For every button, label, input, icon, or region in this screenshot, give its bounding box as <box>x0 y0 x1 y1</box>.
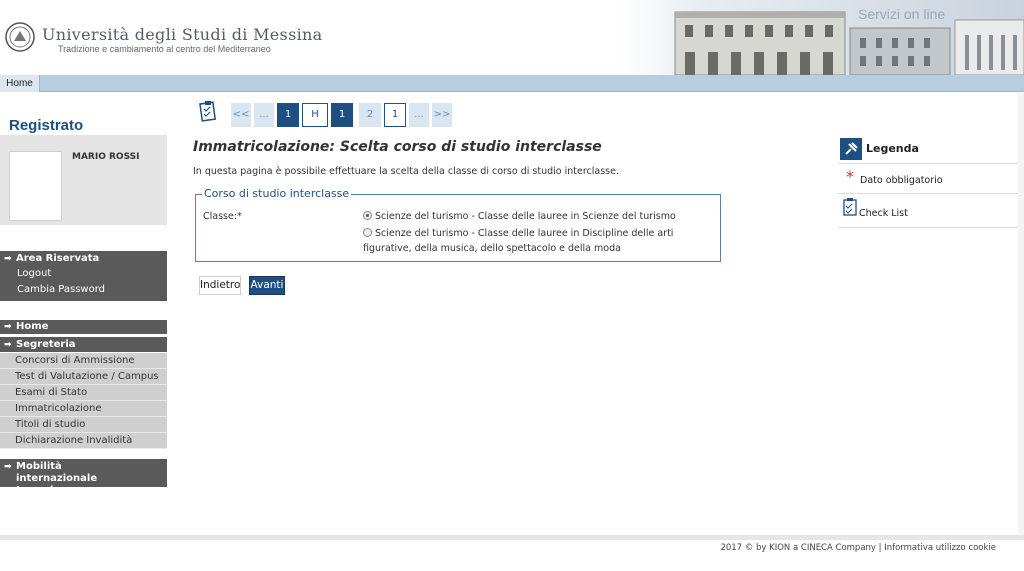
pager-step[interactable]: 1 <box>277 103 299 127</box>
checklist-label[interactable]: Check List <box>859 208 908 219</box>
sidebar-item-segreteria[interactable]: ➡ Segreteria <box>0 337 167 352</box>
divider <box>838 193 1018 194</box>
area-riservata-block: ➡ Area Riservata Logout Cambia Password <box>0 251 167 301</box>
arrow-right-icon: ➡ <box>4 254 12 264</box>
pager-last[interactable]: >> <box>432 103 452 127</box>
sidebar-item-titoli-di-studio[interactable]: Titoli di studio <box>0 417 167 433</box>
avatar <box>9 151 62 221</box>
building-photo <box>620 0 1024 75</box>
top-menu-bar: Home <box>0 75 1024 92</box>
sidebar-item-logout[interactable]: Logout <box>0 266 167 282</box>
scrollbar[interactable] <box>1018 93 1024 535</box>
header: Università degli Studi di Messina Tradiz… <box>0 0 1024 75</box>
divider <box>838 227 1018 228</box>
page-intro: In questa pagina è possibile effettuare … <box>193 166 619 177</box>
university-name: Università degli Studi di Messina <box>42 25 323 44</box>
sidebar-item-cambia-password[interactable]: Cambia Password <box>0 282 167 298</box>
sidebar: Registrato MARIO ROSSI ➡ Area Riservata L… <box>0 93 168 533</box>
radio-button-selected[interactable] <box>363 211 372 220</box>
user-name: MARIO ROSSI <box>72 152 140 162</box>
mobilita-block: ➡ Mobilità internazionale Incoming <box>0 459 167 496</box>
pager-step[interactable]: 1 <box>384 103 406 127</box>
arrow-right-icon: ➡ <box>4 322 12 332</box>
arrow-right-icon: ➡ <box>4 462 12 472</box>
menu-home-link[interactable]: Home <box>0 75 40 92</box>
sidebar-item-home[interactable]: ➡ Home <box>0 320 167 334</box>
corso-studio-fieldset: Corso di studio interclasse Classe:* Sci… <box>195 187 721 262</box>
sidebar-item-dichiarazione-invalidita[interactable]: Dichiarazione Invalidità <box>0 433 167 449</box>
next-button[interactable]: Avanti <box>249 276 285 295</box>
legend-panel: Legenda * Dato obbligatorio Check List <box>838 135 1018 230</box>
user-box: MARIO ROSSI <box>0 135 167 225</box>
university-tagline: Tradizione e cambiamento al centro del M… <box>58 44 271 54</box>
services-online-label: Servizi on line <box>858 6 946 22</box>
sidebar-item-immatricolazione[interactable]: Immatricolazione <box>0 401 167 417</box>
university-seal-icon <box>5 22 35 52</box>
segreteria-block: ➡ Segreteria <box>0 337 167 352</box>
fieldset-legend: Corso di studio interclasse <box>202 187 352 200</box>
footer-divider <box>0 535 1024 540</box>
pager-step-current[interactable]: H <box>302 103 328 127</box>
pager-ellipsis: ... <box>254 103 274 127</box>
required-star: * <box>846 167 854 186</box>
pager-step[interactable]: 1 <box>331 103 353 127</box>
pager-first[interactable]: << <box>231 103 251 127</box>
checklist-icon[interactable] <box>199 100 217 122</box>
segreteria-submenu: Concorsi di Ammissione Test di Valutazio… <box>0 353 167 449</box>
classe-option-2[interactable]: Scienze del turismo - Classe delle laure… <box>363 226 693 256</box>
back-button[interactable]: Indietro <box>199 276 241 295</box>
classe-label: Classe:* <box>203 211 242 222</box>
legend-title: Legenda <box>866 142 919 155</box>
pin-icon <box>840 138 862 160</box>
radio-button[interactable] <box>363 228 372 237</box>
page-title: Immatricolazione: Scelta corso di studio… <box>193 139 602 155</box>
sidebar-home-block: ➡ Home <box>0 320 167 334</box>
divider <box>838 163 1018 164</box>
required-label: Dato obbligatorio <box>860 175 943 186</box>
pager-ellipsis: ... <box>409 103 429 127</box>
checklist-icon <box>843 198 857 216</box>
pager-step[interactable]: 2 <box>359 103 381 127</box>
footer-text[interactable]: 2017 © by KION a CINECA Company | Inform… <box>720 543 996 553</box>
sidebar-item-concorsi[interactable]: Concorsi di Ammissione <box>0 353 167 369</box>
area-riservata-heading[interactable]: ➡ Area Riservata <box>0 251 167 266</box>
arrow-right-icon: ➡ <box>4 340 12 350</box>
sidebar-item-mobilita[interactable]: ➡ Mobilità internazionale Incoming <box>0 459 167 497</box>
sidebar-item-test-valutazione[interactable]: Test di Valutazione / Campus <box>0 369 167 385</box>
classe-option-1[interactable]: Scienze del turismo - Classe delle laure… <box>363 211 676 222</box>
sidebar-title: Registrato <box>9 117 84 134</box>
sidebar-item-esami-di-stato[interactable]: Esami di Stato <box>0 385 167 401</box>
